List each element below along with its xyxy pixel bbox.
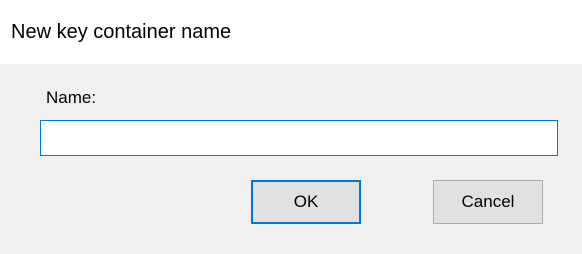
name-label: Name:	[46, 88, 97, 107]
name-input[interactable]	[40, 120, 558, 156]
dialog-body: Name: OK Cancel	[0, 64, 582, 254]
dialog-title: New key container name	[11, 21, 232, 43]
cancel-button[interactable]: Cancel	[433, 180, 543, 224]
title-bar[interactable]: New key container name	[0, 0, 582, 64]
dialog-window: New key container name Name: OK Cancel	[0, 0, 582, 254]
ok-button[interactable]: OK	[251, 180, 361, 224]
